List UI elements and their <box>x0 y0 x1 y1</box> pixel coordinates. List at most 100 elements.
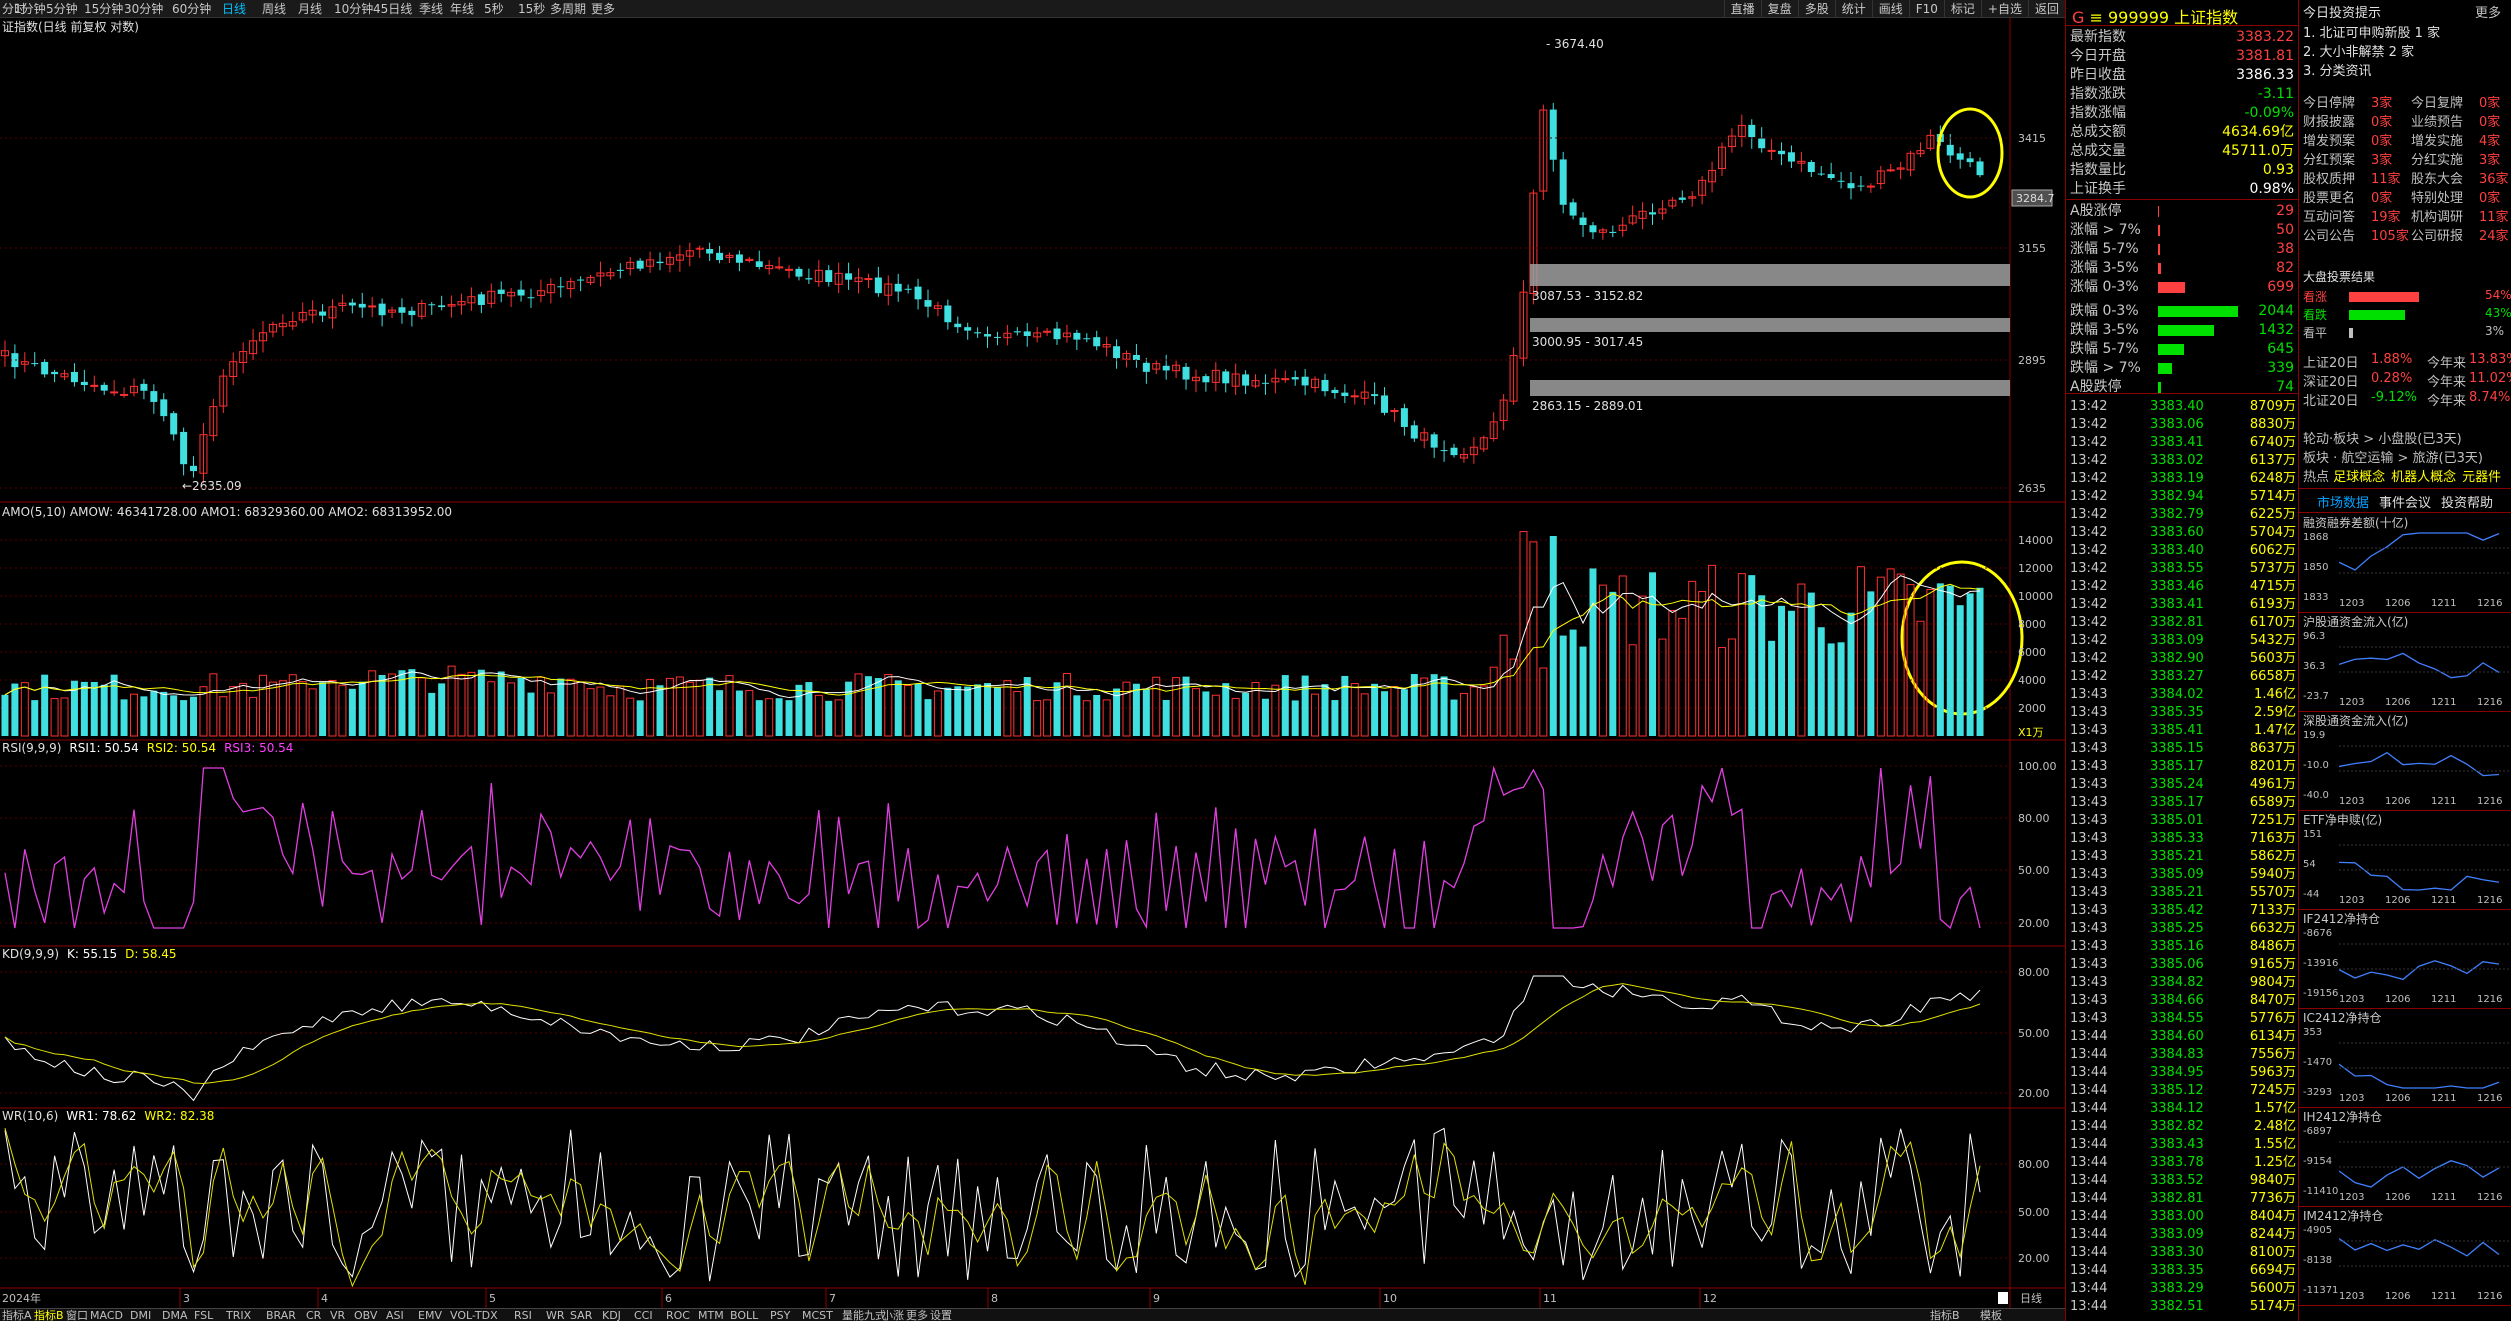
indicator-tab-7[interactable]: TRIX <box>226 1309 251 1321</box>
indicator-tab-15[interactable]: RSI <box>514 1309 532 1321</box>
period-14[interactable]: 15秒 <box>518 0 545 18</box>
indicator-tab-b[interactable]: 指标B <box>1930 1309 1960 1321</box>
support-zone[interactable]: 3000.95 - 3017.45 <box>1530 318 2010 349</box>
mini-chart[interactable]: ETF净申赎(亿) 151 54 -44 1203 1206 1211 1216 <box>2299 811 2511 910</box>
indicator-tab-8[interactable]: BRAR <box>266 1309 296 1321</box>
period-4[interactable]: 30分钟 <box>124 0 163 18</box>
candle <box>914 278 922 310</box>
toolbar-btn-6[interactable]: 标记 <box>1943 0 1981 18</box>
kd-header: KD(9,9,9) K: 55.15 D: 58.45 <box>2 947 177 961</box>
indicator-tab-17[interactable]: SAR <box>570 1309 592 1321</box>
quote-row-value: 0.93 <box>2262 162 2294 178</box>
scroll-handle[interactable] <box>1998 1292 2008 1304</box>
indicator-tab-16[interactable]: WR <box>546 1309 565 1321</box>
toolbar-btn-3[interactable]: 统计 <box>1834 0 1872 18</box>
mini-chart[interactable]: IF2412净持仓 -8676 -13916 -19156 1203 1206 1211 12… <box>2299 910 2511 1009</box>
indicator-tab-1[interactable]: 指标B <box>34 1309 64 1321</box>
toolbar-btn-1[interactable]: 复盘 <box>1760 0 1798 18</box>
amo-bar <box>388 673 397 737</box>
rotation-line[interactable]: 板块 · 航空运输 > 旅游(已3天) <box>2303 447 2483 466</box>
amo-bar <box>1966 593 1974 736</box>
chart-area[interactable]: 3087.53 - 3152.82 3000.95 - 3017.45 2863.1… <box>0 18 2065 1308</box>
period-3[interactable]: 15分钟 <box>84 0 123 18</box>
quote-header: G ≡ 999999 上证指数 <box>2066 0 2298 28</box>
tips-more-link[interactable]: 更多 <box>2475 2 2501 21</box>
indicator-tab-14[interactable]: VOL-TDX <box>450 1309 498 1321</box>
period-5[interactable]: 60分钟 <box>172 0 211 18</box>
mini-chart[interactable]: 融资融券差额(十亿) 1868 1850 1833 1203 1206 1211 1216 <box>2299 514 2511 613</box>
period-13[interactable]: 5秒 <box>484 0 504 18</box>
period-12[interactable]: 年线 <box>450 0 474 18</box>
period-11[interactable]: 季线 <box>419 0 443 18</box>
period-1[interactable]: 1分钟 <box>14 0 46 18</box>
mini-chart[interactable]: 深股通资金流入(亿) 19.9 -10.0 -40.0 1203 1206 1211 1216 <box>2299 712 2511 811</box>
indicator-tab-26[interactable]: 小涨 <box>882 1309 904 1321</box>
indicator-tab-4[interactable]: DMI <box>130 1309 151 1321</box>
period-2[interactable]: 5分钟 <box>46 0 78 18</box>
period-15[interactable]: 多周期 <box>550 0 586 18</box>
hot-topic[interactable]: 元器件 <box>2462 470 2501 485</box>
market-tab-1[interactable]: 事件会议 <box>2379 492 2431 511</box>
tip-item[interactable]: 2. 大小非解禁 2 家 <box>2303 41 2414 60</box>
period-16[interactable]: 更多 <box>591 0 615 18</box>
indicator-tab-6[interactable]: FSL <box>194 1309 213 1321</box>
market-tab-2[interactable]: 投资帮助 <box>2441 492 2493 511</box>
indicator-tab-10[interactable]: VR <box>330 1309 345 1321</box>
indicator-tab-28[interactable]: 设置 <box>930 1309 952 1321</box>
indicator-tab-20[interactable]: ROC <box>666 1309 690 1321</box>
amo-bar <box>1082 700 1091 737</box>
template-tab[interactable]: 模板 <box>1980 1309 2002 1321</box>
toolbar-btn-2[interactable]: 多股 <box>1797 0 1835 18</box>
tick-price: 3382.82 <box>2150 1119 2204 1134</box>
indicator-tab-19[interactable]: CCI <box>634 1309 653 1321</box>
chart-svg[interactable]: 3087.53 - 3152.82 3000.95 - 3017.45 2863.1… <box>0 18 2065 1308</box>
indicator-tab-21[interactable]: MTM <box>698 1309 724 1321</box>
toolbar-btn-8[interactable]: 返回 <box>2027 0 2065 18</box>
quote-title[interactable]: G ≡ 999999 上证指数 <box>2072 4 2238 28</box>
indicator-tab-13[interactable]: EMV <box>418 1309 442 1321</box>
indicator-tab-27[interactable]: 更多 <box>906 1309 928 1321</box>
tip-grid-label: 分红预案 <box>2303 153 2356 168</box>
indicator-tab-25[interactable]: 量能九式 <box>842 1309 886 1321</box>
candle <box>1400 403 1408 436</box>
mini-chart[interactable]: IM2412净持仓 -4905 -8138 -11371 1203 1206 1211 121… <box>2299 1207 2511 1306</box>
indicator-tab-22[interactable]: BOLL <box>730 1309 758 1321</box>
support-zone[interactable]: 3087.53 - 3152.82 <box>1530 264 2010 303</box>
tip-item[interactable]: 3. 分类资讯 <box>2303 60 2372 79</box>
indicator-tab-24[interactable]: MCST <box>802 1309 833 1321</box>
period-6[interactable]: 日线 <box>222 0 246 18</box>
rotation-line[interactable]: 轮动·板块 > 小盘股(已3天) <box>2303 428 2462 447</box>
tick-row: 13:42 3383.46 4715万 <box>2066 578 2298 596</box>
tip-item[interactable]: 1. 北证可申购新股 1 家 <box>2303 22 2440 41</box>
indicator-tab-0[interactable]: 指标A <box>2 1309 32 1321</box>
tip-grid-label: 今日复牌 <box>2411 96 2464 111</box>
toolbar-btn-0[interactable]: 直播 <box>1723 0 1761 18</box>
indicator-tab-18[interactable]: KDJ <box>602 1309 621 1321</box>
indicator-tab-2[interactable]: 窗口 <box>66 1309 88 1321</box>
indicator-tab-23[interactable]: PSY <box>770 1309 790 1321</box>
toolbar-btn-5[interactable]: F10 <box>1908 0 1944 18</box>
rsi-axis-label: 80.00 <box>2018 812 2050 825</box>
quote-row-label: 今日开盘 <box>2070 48 2126 64</box>
hot-topic[interactable]: 机器人概念 <box>2391 470 2456 485</box>
toolbar-btn-7[interactable]: +自选 <box>1980 0 2028 18</box>
period-9[interactable]: 10分钟 <box>334 0 373 18</box>
support-zone[interactable]: 2863.15 - 2889.01 <box>1530 380 2010 413</box>
market-tab-0[interactable]: 市场数据 <box>2317 492 2369 511</box>
period-7[interactable]: 周线 <box>262 0 286 18</box>
mini-date-label: 1206 <box>2385 994 2411 1005</box>
period-8[interactable]: 月线 <box>298 0 322 18</box>
mini-chart[interactable]: 沪股通资金流入(亿) 96.3 36.3 -23.7 1203 1206 1211 1216 <box>2299 613 2511 712</box>
period-10[interactable]: 45日线 <box>373 0 412 18</box>
mini-chart[interactable]: IC2412净持仓 353 -1470 -3293 1203 1206 1211 1216 <box>2299 1009 2511 1108</box>
tick-volume: 6134万 <box>2249 1029 2296 1044</box>
indicator-tab-9[interactable]: CR <box>306 1309 321 1321</box>
hot-topic[interactable]: 足球概念 <box>2333 470 2385 485</box>
indicator-tab-12[interactable]: ASI <box>386 1309 404 1321</box>
indicator-tab-5[interactable]: DMA <box>162 1309 188 1321</box>
toolbar-btn-4[interactable]: 画线 <box>1871 0 1909 18</box>
mini-chart[interactable]: IH2412净持仓 -6897 -9154 -11410 1203 1206 1211 121… <box>2299 1108 2511 1207</box>
indicator-tab-3[interactable]: MACD <box>90 1309 123 1321</box>
amo-bar <box>358 681 366 736</box>
indicator-tab-11[interactable]: OBV <box>354 1309 377 1321</box>
